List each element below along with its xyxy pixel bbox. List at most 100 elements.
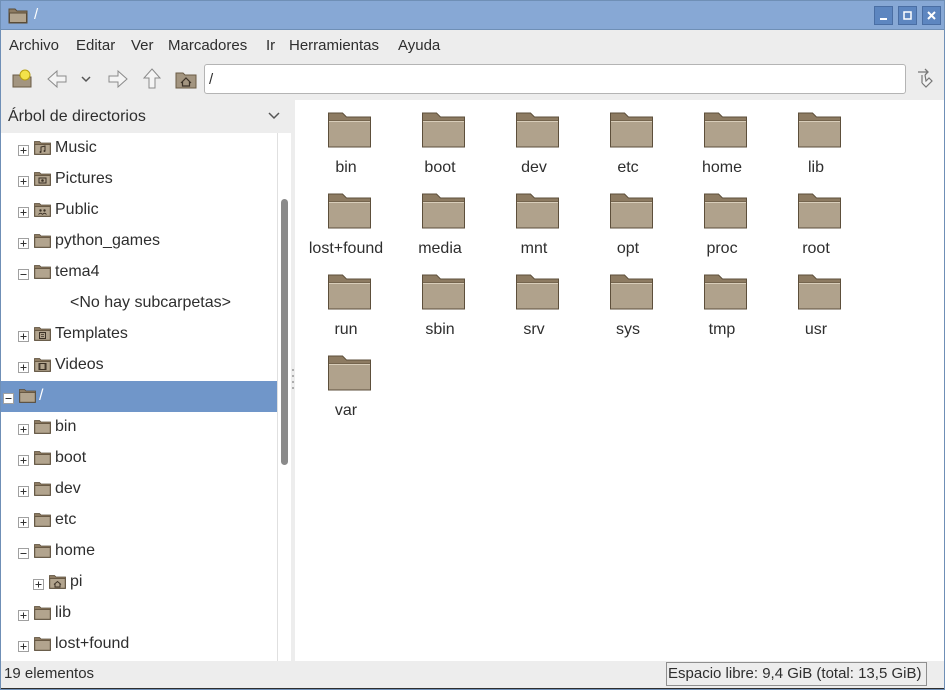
tree-row[interactable]: Public [1,195,277,226]
expand-icon[interactable] [18,236,29,249]
sidebar-header[interactable]: Árbol de directorios [1,100,291,133]
back-button[interactable] [44,66,70,92]
file-item[interactable]: tmp [675,263,769,343]
menu-archivo[interactable]: Archivo [9,37,59,54]
file-item[interactable]: run [299,263,393,343]
expand-icon[interactable] [18,484,29,497]
file-item-label: lost+found [308,240,384,257]
menu-herramientas[interactable]: Herramientas [289,37,379,54]
file-item-label: media [418,240,462,257]
expand-icon[interactable] [18,453,29,466]
tree-row[interactable]: boot [1,443,277,474]
folder-icon [34,543,51,558]
tree-row[interactable]: Music [1,133,277,164]
forward-button[interactable] [105,66,131,92]
file-item[interactable]: srv [487,263,581,343]
collapse-icon[interactable] [18,546,29,559]
maximize-button[interactable] [898,6,917,25]
folder-icon [8,7,28,28]
tree-row[interactable]: home [1,536,277,567]
minimize-button[interactable] [874,6,893,25]
tree-row[interactable]: python_games [1,226,277,257]
menu-ayuda[interactable]: Ayuda [398,37,440,54]
file-item-label: home [701,159,743,176]
tree-row-label: / [39,387,44,404]
file-item-label: sys [616,321,640,338]
file-item[interactable]: mnt [487,182,581,262]
file-item[interactable]: opt [581,182,675,262]
window-bottom-border [1,688,944,689]
title-bar[interactable]: / [1,1,944,30]
folder-icon [34,636,51,651]
file-item[interactable]: boot [393,101,487,181]
tree-row[interactable]: Videos [1,350,277,381]
tree-row-label: python_games [55,232,160,249]
tree-row[interactable]: lost+found [1,629,277,660]
file-item[interactable]: etc [581,101,675,181]
folder-icon [516,193,559,229]
tree-row[interactable]: tema4 [1,257,277,288]
expand-icon[interactable] [18,329,29,342]
expand-icon[interactable] [33,577,44,590]
collapse-icon[interactable] [3,391,14,404]
file-item[interactable]: proc [675,182,769,262]
tree-row-label: Public [55,201,99,218]
folder-icon [610,274,653,310]
folder-icon [34,264,51,279]
tree-row[interactable]: bin [1,412,277,443]
file-item[interactable]: home [675,101,769,181]
file-item[interactable]: root [769,182,863,262]
folder-icon [704,274,747,310]
folder-icon [328,193,371,229]
tree-row[interactable]: Templates [1,319,277,350]
new-tab-button[interactable] [10,66,36,92]
up-button[interactable] [139,66,165,92]
expand-icon[interactable] [18,143,29,156]
menu-editar[interactable]: Editar [76,37,115,54]
menu-marcadores[interactable]: Marcadores [168,37,247,54]
expand-icon[interactable] [18,515,29,528]
path-input[interactable] [209,69,899,89]
tree-row[interactable]: pi [1,567,277,598]
tree-scrollbar[interactable] [277,133,291,661]
tree-row-label: Videos [55,356,104,373]
tree-row[interactable]: Pictures [1,164,277,195]
home-button[interactable] [173,66,199,92]
file-item[interactable]: media [393,182,487,262]
chevron-down-icon [267,109,281,127]
templates-folder-icon [34,326,51,341]
expand-icon[interactable] [18,422,29,435]
tree-row[interactable]: <No hay subcarpetas> [1,288,277,319]
expand-icon[interactable] [18,608,29,621]
tree-row-label: lost+found [55,635,130,652]
file-item-label: opt [616,240,640,257]
collapse-icon[interactable] [18,267,29,280]
go-button[interactable] [912,66,938,92]
expand-icon[interactable] [18,639,29,652]
tree-row-label: Music [55,139,97,156]
folder-icon [610,193,653,229]
tree-row[interactable]: dev [1,474,277,505]
path-bar [204,64,906,94]
scrollbar-thumb[interactable] [281,199,288,465]
menu-ir[interactable]: Ir [266,37,275,54]
folder-icon [798,112,841,148]
tree-row-label: boot [55,449,87,466]
expand-icon[interactable] [18,360,29,373]
file-item[interactable]: lib [769,101,863,181]
file-item[interactable]: var [299,344,393,424]
menu-ver[interactable]: Ver [131,37,154,54]
tree-row[interactable]: etc [1,505,277,536]
close-button[interactable] [922,6,941,25]
expand-icon[interactable] [18,174,29,187]
file-item[interactable]: lost+found [299,182,393,262]
file-item[interactable]: sbin [393,263,487,343]
file-item[interactable]: usr [769,263,863,343]
tree-row[interactable]: lib [1,598,277,629]
file-item[interactable]: sys [581,263,675,343]
history-dropdown-button[interactable] [77,66,95,92]
expand-icon[interactable] [18,205,29,218]
tree-row[interactable]: / [1,381,277,412]
file-item[interactable]: bin [299,101,393,181]
file-item[interactable]: dev [487,101,581,181]
